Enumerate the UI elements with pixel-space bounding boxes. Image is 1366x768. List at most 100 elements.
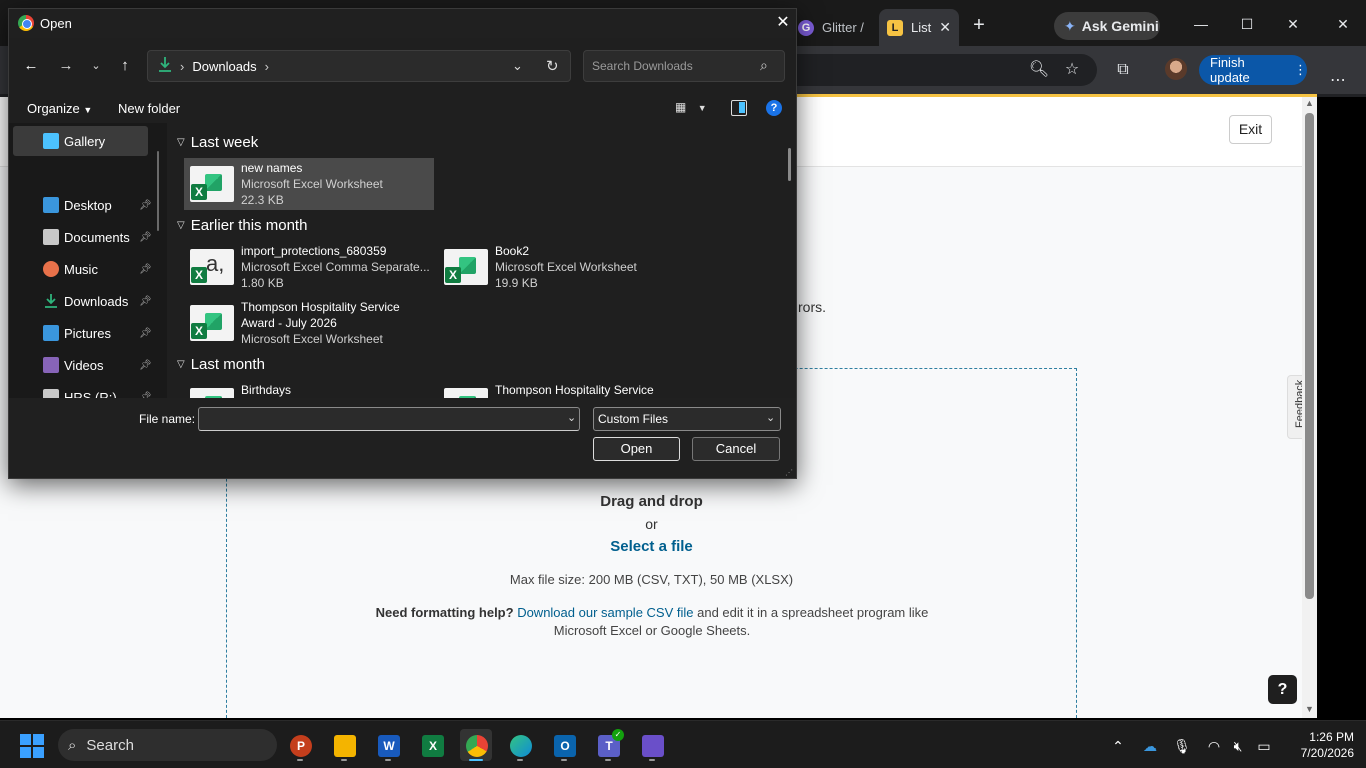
speaker-muted-icon[interactable]: 🔇︎ (1228, 736, 1248, 756)
excel-app[interactable]: X (416, 729, 448, 761)
preview-pane-icon[interactable] (731, 100, 747, 116)
sidebar-item-music[interactable]: Music 📌︎ (13, 254, 152, 284)
edge-icon (510, 735, 532, 757)
tab-list[interactable]: L List ✕ (879, 9, 959, 46)
extensions-icon[interactable]: ⧉ (1111, 58, 1135, 82)
sidebar-item-documents[interactable]: Documents 📌︎ (13, 222, 152, 252)
breadcrumb-separator-icon[interactable]: › (265, 59, 269, 74)
path-dropdown-chevron-icon[interactable]: ⌄ (512, 58, 523, 74)
file-list-scrollbar[interactable] (788, 148, 791, 181)
search-input[interactable]: Search Downloads ⌕ (583, 50, 785, 82)
finish-update-button[interactable]: Finish update ⋮ (1199, 55, 1307, 85)
bookmark-star-icon[interactable]: ☆ (1060, 58, 1084, 82)
teams-app[interactable]: T ✓ (592, 729, 624, 761)
start-button[interactable] (20, 734, 44, 758)
maximize-button[interactable]: ☐ (1232, 12, 1262, 36)
refresh-icon[interactable]: ↻ (546, 57, 559, 75)
sidebar-item-pictures[interactable]: Pictures 📌︎ (13, 318, 152, 348)
ask-gemini-button[interactable]: ✦ Ask Gemini (1054, 12, 1160, 40)
scroll-up-icon[interactable]: ▲ (1305, 98, 1314, 108)
chrome-app[interactable] (460, 729, 492, 761)
file-item-book2[interactable]: X Book2 Microsoft Excel Worksheet 19.9 K… (438, 241, 688, 293)
nav-scrollbar[interactable] (157, 151, 159, 231)
clock[interactable]: 1:26 PM 7/20/2026 (1286, 729, 1354, 761)
open-button[interactable]: Open (593, 437, 680, 461)
close-tab-icon[interactable]: ✕ (939, 19, 951, 36)
onedrive-icon[interactable]: ☁ (1140, 736, 1160, 756)
change-view-button[interactable]: ▦ ▼ (675, 100, 709, 118)
up-arrow-icon[interactable]: ↑ (113, 54, 137, 78)
sidebar-item-downloads[interactable]: Downloads 📌︎ (13, 286, 152, 316)
close-window-button[interactable]: ✕ (1278, 12, 1308, 36)
sidebar-item-desktop[interactable]: Desktop 📌︎ (13, 190, 152, 220)
profile-avatar[interactable] (1165, 58, 1187, 80)
resize-grip-icon[interactable]: ⋰ (785, 468, 793, 477)
chevron-down-icon: ▼ (83, 105, 93, 115)
edge-app[interactable] (504, 729, 536, 761)
outer-close-button[interactable]: ✕ (1328, 12, 1358, 36)
chevron-up-icon[interactable]: ⌃ (1108, 736, 1128, 756)
dialog-close-button[interactable]: ✕ (772, 12, 794, 34)
powerpoint-app[interactable]: P (284, 729, 316, 761)
minimize-button[interactable]: — (1186, 12, 1216, 36)
outlook-app[interactable]: O (548, 729, 580, 761)
pin-icon[interactable]: 📌︎ (139, 264, 152, 275)
snipping-tool-app[interactable] (636, 729, 668, 761)
file-type-select[interactable]: Custom Files ⌄ (593, 407, 781, 431)
pin-icon[interactable]: 📌︎ (139, 328, 152, 339)
cancel-button[interactable]: Cancel (692, 437, 780, 461)
excel-file-icon: X (444, 388, 488, 398)
sidebar-item-gallery[interactable]: Gallery (13, 126, 148, 156)
wifi-icon[interactable]: ◠ (1204, 736, 1224, 756)
new-folder-button[interactable]: New folder (118, 101, 180, 116)
path-bar[interactable]: › Downloads › ⌄ ↻ (147, 50, 571, 82)
sidebar-item-hrs-drive[interactable]: HRS (R:) 📌︎ (13, 382, 152, 398)
more-horiz-icon[interactable]: ⋯ (1330, 70, 1346, 90)
group-header-last-week[interactable]: ▽ Last week (177, 134, 258, 151)
status-badge: ✓ (612, 729, 624, 741)
sidebar-item-videos[interactable]: Videos 📌︎ (13, 350, 152, 380)
select-file-link[interactable]: Select a file (227, 538, 1076, 555)
help-icon[interactable]: ? (766, 100, 782, 116)
address-bar[interactable] (797, 54, 1097, 86)
chevron-down-icon[interactable]: ⌄ (567, 411, 576, 424)
taskbar-search[interactable]: ⌕ Search (58, 729, 277, 761)
group-header-earlier-this-month[interactable]: ▽ Earlier this month (177, 217, 307, 234)
forward-arrow-icon[interactable]: → (54, 54, 78, 78)
tab-glitter[interactable]: G Glitter / (798, 9, 876, 46)
file-type-value: Custom Files (598, 412, 669, 426)
word-app[interactable]: W (372, 729, 404, 761)
excel-icon: X (422, 735, 444, 757)
excel-file-icon: X (444, 249, 488, 285)
file-item-thompson-hospitality[interactable]: X Thompson Hospitality Service (438, 380, 688, 398)
scroll-down-icon[interactable]: ▼ (1305, 704, 1314, 714)
group-header-last-month[interactable]: ▽ Last month (177, 356, 265, 373)
file-item-new-names[interactable]: X new names Microsoft Excel Worksheet 22… (184, 158, 434, 210)
new-tab-button[interactable]: + (968, 14, 990, 36)
pin-icon[interactable]: 📌︎ (139, 200, 152, 211)
organize-menu[interactable]: Organize ▼ (27, 101, 92, 116)
microphone-icon[interactable]: 🎙︎ (1172, 736, 1192, 756)
sidebar-item-label: Downloads (64, 293, 129, 309)
file-type: Microsoft Excel Worksheet (241, 177, 383, 191)
breadcrumb-downloads[interactable]: Downloads (192, 59, 256, 74)
recent-locations-chevron-icon[interactable]: ⌄ (84, 54, 108, 78)
excel-file-icon: X (190, 305, 234, 341)
page-scrollbar[interactable]: ▲ ▼ (1302, 97, 1317, 718)
exit-button[interactable]: Exit (1229, 115, 1272, 144)
sample-csv-link[interactable]: Download our sample CSV file (517, 605, 693, 620)
file-name-input[interactable]: ⌄ (198, 407, 580, 431)
pin-icon[interactable]: 📌︎ (139, 296, 152, 307)
scroll-thumb[interactable] (1305, 113, 1314, 599)
help-button[interactable]: ? (1268, 675, 1297, 704)
file-item-thompson-award[interactable]: X Thompson Hospitality Service Award - J… (184, 297, 434, 349)
pin-icon[interactable]: 📌︎ (139, 232, 152, 243)
csv-file-icon: a, X (190, 249, 234, 285)
zoom-icon[interactable]: 🔍︎ (1027, 58, 1051, 82)
file-item-import-protections[interactable]: a, X import_protections_680359 Microsoft … (184, 241, 434, 293)
file-explorer-app[interactable] (328, 729, 360, 761)
battery-icon[interactable]: ▭ (1254, 736, 1274, 756)
file-item-birthdays[interactable]: X Birthdays (184, 380, 434, 398)
back-arrow-icon[interactable]: ← (19, 54, 43, 78)
pin-icon[interactable]: 📌︎ (139, 360, 152, 371)
